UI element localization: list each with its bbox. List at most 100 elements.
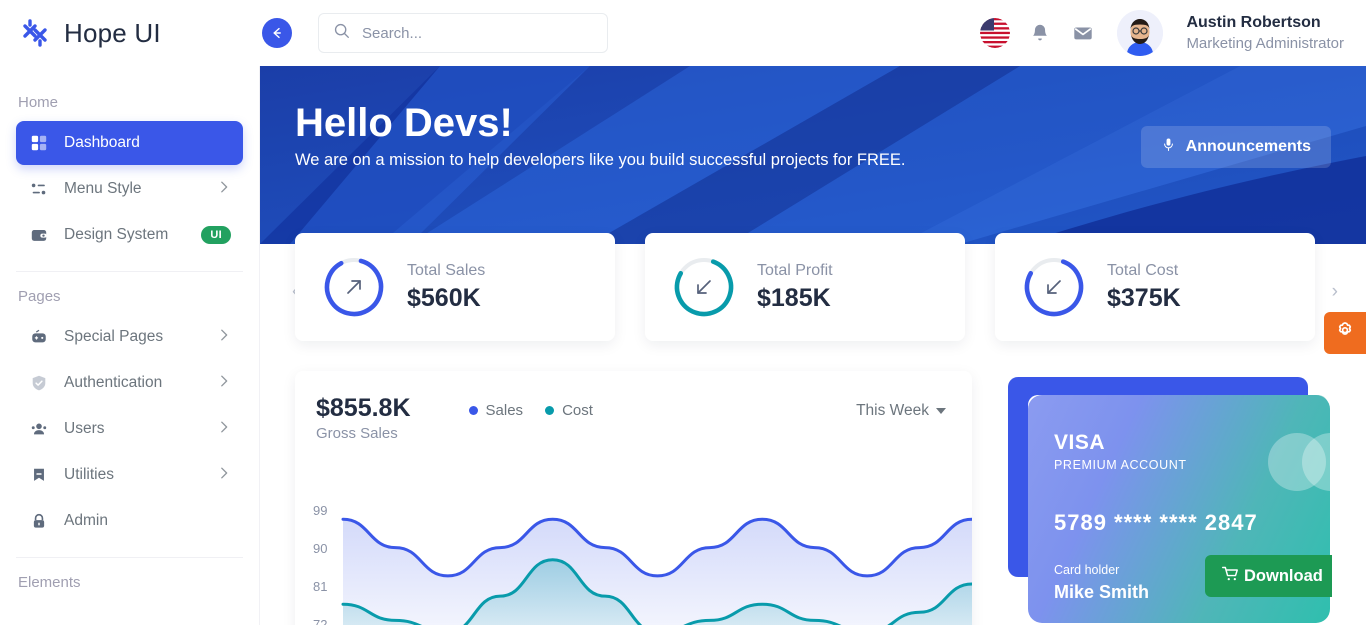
arrow-up-right-icon — [347, 280, 361, 294]
sidebar-item-label: Special Pages — [64, 328, 164, 345]
chevron-down-icon — [936, 408, 946, 414]
sidebar-item-dashboard[interactable]: Dashboard — [16, 121, 243, 165]
collapse-arrow-icon — [273, 27, 281, 39]
chevron-right-icon — [217, 328, 231, 347]
status-badge: UI — [201, 226, 231, 244]
sidebar-item-label: Utilities — [64, 466, 114, 483]
microphone-icon — [1161, 137, 1176, 157]
notification-bell-icon[interactable] — [1027, 20, 1053, 46]
chevron-right-icon — [217, 180, 231, 199]
gross-sales-label: Gross Sales — [316, 425, 398, 442]
legend-label: Cost — [562, 402, 593, 419]
wallet-icon — [28, 224, 50, 246]
header-actions: Austin Robertson Marketing Administrator — [980, 10, 1366, 56]
card-number: 5789 **** **** 2847 — [1054, 510, 1258, 535]
gross-sales-value: $855.8K — [316, 394, 411, 422]
sidebar-item-utilities[interactable]: Utilities — [16, 453, 243, 497]
date-range-label: This Week — [856, 402, 929, 419]
legend-item-sales[interactable]: Sales — [468, 402, 524, 419]
card-account-type: PREMIUM ACCOUNT — [1054, 458, 1187, 472]
sidebar-item-menu-style[interactable]: Menu Style — [16, 167, 243, 211]
stat-label: Total Sales — [407, 261, 486, 279]
arrow-down-left-icon — [1047, 280, 1061, 294]
stat-card-total-cost[interactable]: Total Cost $375K — [995, 233, 1315, 341]
game-controller-icon — [28, 326, 50, 348]
user-avatar[interactable] — [1117, 10, 1164, 56]
stat-value: $560K — [407, 283, 481, 312]
stat-label: Total Profit — [757, 261, 833, 279]
carousel-next-arrow[interactable]: › — [1332, 281, 1338, 303]
download-label: Download — [1244, 566, 1323, 585]
chart-svg — [341, 517, 972, 625]
user-role: Marketing Administrator — [1186, 34, 1344, 52]
stat-value: $375K — [1107, 283, 1181, 312]
chevron-right-icon — [217, 420, 231, 439]
card-holder-label: Card holder — [1054, 563, 1120, 577]
lock-icon — [28, 510, 50, 532]
legend-dot-cost — [545, 406, 555, 415]
shield-check-icon — [28, 372, 50, 394]
sidebar-item-label: Users — [64, 420, 105, 437]
message-envelope-icon[interactable] — [1070, 20, 1096, 46]
sidebar-divider — [16, 271, 243, 272]
stat-card-total-profit[interactable]: Total Profit $185K — [645, 233, 965, 341]
us-flag-icon[interactable] — [980, 18, 1011, 48]
arrow-down-left-icon — [697, 280, 711, 294]
stat-value: $185K — [757, 283, 831, 312]
sidebar-item-special-pages[interactable]: Special Pages — [16, 315, 243, 359]
sidebar-item-users[interactable]: Users — [16, 407, 243, 451]
chart-header: $855.8K Gross Sales Sales Cost This Week — [295, 371, 972, 442]
legend-label: Sales — [485, 402, 524, 419]
brand[interactable]: Hope UI — [0, 16, 260, 50]
announcements-label: Announcements — [1185, 138, 1311, 155]
stat-text: Total Cost $375K — [1107, 262, 1181, 313]
bookmark-icon — [28, 464, 50, 486]
stat-card-total-sales[interactable]: Total Sales $560K — [295, 233, 615, 341]
progress-ring — [671, 254, 737, 320]
progress-ring — [1021, 254, 1087, 320]
sidebar-item-authentication[interactable]: Authentication — [16, 361, 243, 405]
top-header: Hope UI Search... Austin Robertson Marke… — [0, 0, 1366, 66]
sidebar-item-label: Authentication — [64, 374, 163, 391]
legend-item-cost[interactable]: Cost — [545, 402, 593, 419]
credit-card-widget: VISA PREMIUM ACCOUNT 5789 **** **** 2847… — [1000, 371, 1332, 625]
search-icon — [333, 22, 350, 44]
banner-subtitle: We are on a mission to help developers l… — [295, 151, 906, 169]
sidebar-caption-elements: Elements — [18, 574, 81, 591]
date-range-dropdown[interactable]: This Week — [856, 402, 946, 420]
announcements-button[interactable]: Announcements — [1140, 126, 1331, 168]
search-box[interactable] — [318, 13, 608, 53]
stat-text: Total Profit $185K — [757, 262, 833, 313]
gross-sales-summary: $855.8K Gross Sales — [316, 394, 411, 442]
download-button[interactable]: Download — [1205, 555, 1332, 597]
sidebar-item-label: Admin — [64, 512, 108, 529]
card-holder-name: Mike Smith — [1054, 582, 1150, 602]
gear-icon — [1334, 320, 1356, 347]
chevron-right-icon — [217, 374, 231, 393]
grid-icon — [28, 132, 50, 154]
sidebar: Home Dashboard Menu Style Design System … — [0, 66, 260, 625]
area-chart: 99 90 81 72 — [295, 489, 972, 625]
sidebar-item-label: Menu Style — [64, 180, 142, 197]
banner-title: Hello Devs! — [295, 101, 513, 145]
sidebar-item-design-system[interactable]: Design System UI — [16, 213, 243, 257]
brand-name: Hope UI — [64, 17, 161, 48]
sidebar-caption-pages: Pages — [18, 288, 61, 305]
sidebar-item-label: Design System — [64, 226, 169, 243]
list-settings-icon — [28, 178, 50, 200]
legend-dot-sales — [468, 406, 478, 415]
settings-fab-button[interactable] — [1324, 312, 1366, 354]
sidebar-collapse-button[interactable] — [262, 18, 292, 48]
stat-text: Total Sales $560K — [407, 262, 485, 313]
search-input[interactable] — [362, 24, 593, 42]
sidebar-item-admin[interactable]: Admin — [16, 499, 243, 543]
shopping-cart-icon — [1221, 564, 1240, 588]
chevron-right-icon — [217, 466, 231, 485]
stat-label: Total Cost — [1107, 261, 1179, 279]
user-name: Austin Robertson — [1186, 13, 1321, 31]
progress-ring — [321, 254, 387, 320]
hope-ui-logo-icon — [18, 16, 52, 50]
sidebar-divider — [16, 557, 243, 558]
user-info[interactable]: Austin Robertson Marketing Administrator — [1186, 13, 1344, 53]
welcome-banner: Hello Devs! We are on a mission to help … — [260, 66, 1366, 244]
